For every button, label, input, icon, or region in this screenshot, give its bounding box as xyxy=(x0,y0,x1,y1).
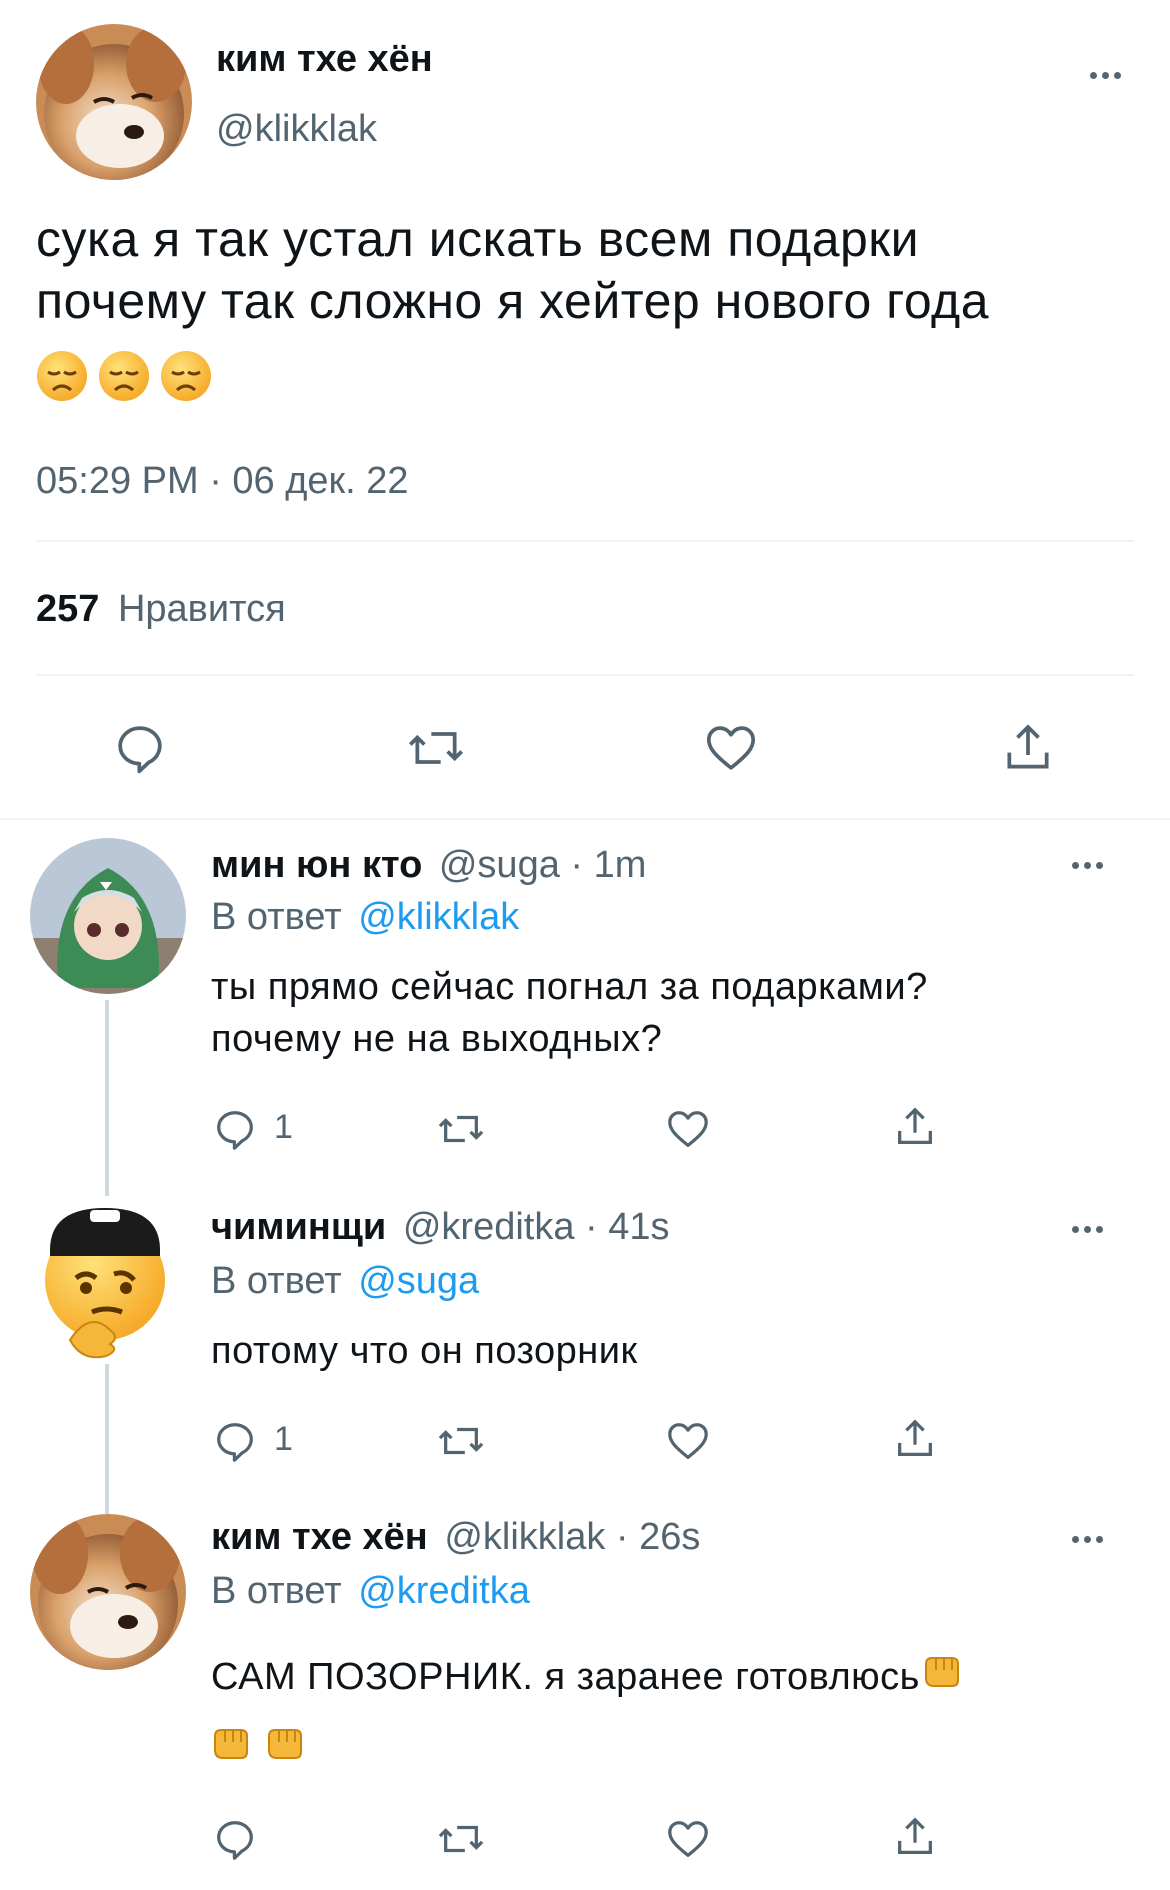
retweet-icon xyxy=(438,1427,484,1455)
reply-to-line: В ответ @suga xyxy=(211,1260,479,1303)
reply-text: САМ ПОЗОРНИК. я заранее готовлюсь xyxy=(211,1655,920,1698)
retweet-button[interactable] xyxy=(404,720,468,776)
reply-text-line-2: почему не на выходных? xyxy=(211,1018,663,1060)
reply-to-mention[interactable]: @klikklak xyxy=(358,896,519,938)
reply-icon xyxy=(217,1821,253,1860)
retweet-icon xyxy=(438,1825,484,1853)
share-button[interactable] xyxy=(1000,720,1056,776)
disappointed-face-icon xyxy=(160,350,212,407)
tweet-text-line-1: сука я так устал искать всем подарки xyxy=(36,211,920,267)
reply-count: 1 xyxy=(274,1108,293,1146)
author-name[interactable]: ким тхе хён xyxy=(216,38,433,81)
heart-icon xyxy=(668,1111,708,1147)
reply-to-mention[interactable]: @suga xyxy=(358,1260,479,1302)
like-button[interactable] xyxy=(664,1816,712,1862)
oncoming-fist-icon xyxy=(922,1654,962,1700)
tweet-emoji-row xyxy=(36,350,212,407)
share-icon xyxy=(898,1419,932,1456)
more-options-icon[interactable] xyxy=(1072,862,1103,869)
retweet-icon xyxy=(438,1115,484,1143)
heart-icon xyxy=(668,1423,708,1459)
section-divider xyxy=(0,818,1170,820)
retweet-button[interactable] xyxy=(434,1418,488,1464)
thinking-face-icon xyxy=(45,1208,165,1359)
reply-meta[interactable]: @kreditka · 41s xyxy=(403,1206,670,1248)
reply-header: чиминщи @kreditka · 41s xyxy=(211,1206,670,1249)
share-button[interactable] xyxy=(892,1416,938,1462)
share-button[interactable] xyxy=(892,1814,938,1860)
reply-to-line: В ответ @klikklak xyxy=(211,896,519,939)
share-button[interactable] xyxy=(892,1104,938,1150)
like-button[interactable] xyxy=(664,1418,712,1464)
reply-button[interactable] xyxy=(112,720,168,776)
likes-label: Нравится xyxy=(117,588,286,630)
reply-text-line-1: потому что он позорник xyxy=(211,1330,638,1372)
share-icon xyxy=(898,1817,932,1854)
reply-avatar[interactable] xyxy=(30,838,186,994)
share-icon xyxy=(898,1107,932,1144)
reply-button[interactable] xyxy=(212,1816,258,1862)
reply-to-mention[interactable]: @kreditka xyxy=(358,1570,530,1612)
more-options-icon[interactable] xyxy=(1072,1226,1103,1233)
oncoming-fist-icon xyxy=(211,1726,251,1767)
reply-author-name[interactable]: ким тхе хён xyxy=(211,1516,428,1558)
share-icon xyxy=(1007,724,1049,769)
reply-header: ким тхе хён @klikklak · 26s xyxy=(211,1516,700,1559)
thread-line xyxy=(105,1364,109,1514)
thread-line xyxy=(105,1000,109,1196)
retweet-button[interactable] xyxy=(434,1816,488,1862)
divider xyxy=(36,674,1134,676)
disappointed-face-icon xyxy=(98,350,150,407)
more-options-icon[interactable] xyxy=(1090,72,1121,79)
reply-text-line-1: ты прямо сейчас погнал за подарками? xyxy=(211,966,928,1008)
reply-to-prefix: В ответ xyxy=(211,1570,342,1612)
author-avatar[interactable] xyxy=(36,24,192,180)
reply-icon xyxy=(118,726,162,774)
tweet-text-line-2: почему так сложно я хейтер нового года xyxy=(36,273,990,329)
disappointed-face-icon xyxy=(36,350,88,407)
reply-meta[interactable]: @klikklak · 26s xyxy=(444,1516,700,1558)
reply-text-line-1: САМ ПОЗОРНИК. я заранее готовлюсь xyxy=(211,1654,962,1700)
tweet-timestamp[interactable]: 05:29 PM · 06 дек. 22 xyxy=(36,460,409,503)
reply-to-prefix: В ответ xyxy=(211,1260,342,1302)
reply-avatar[interactable] xyxy=(40,1200,170,1360)
author-handle[interactable]: @klikklak xyxy=(216,108,377,151)
reply-meta[interactable]: @suga · 1m xyxy=(439,844,647,886)
reply-to-line: В ответ @kreditka xyxy=(211,1570,530,1613)
reply-author-name[interactable]: чиминщи xyxy=(211,1206,386,1248)
retweet-button[interactable] xyxy=(434,1106,488,1152)
retweet-icon xyxy=(409,732,463,764)
reply-emoji-row xyxy=(211,1726,305,1767)
likes-count: 257 xyxy=(36,588,100,630)
reply-avatar[interactable] xyxy=(30,1514,186,1670)
reply-button[interactable] xyxy=(212,1106,258,1152)
like-button[interactable] xyxy=(702,720,760,776)
like-button[interactable] xyxy=(664,1106,712,1152)
likes-summary[interactable]: 257 Нравится xyxy=(36,588,286,631)
divider xyxy=(36,540,1134,542)
heart-icon xyxy=(668,1821,708,1857)
heart-icon xyxy=(706,726,756,770)
reply-to-prefix: В ответ xyxy=(211,896,342,938)
reply-icon xyxy=(217,1111,253,1150)
reply-icon xyxy=(217,1423,253,1462)
reply-button[interactable] xyxy=(212,1418,258,1464)
more-options-icon[interactable] xyxy=(1072,1536,1103,1543)
reply-header: мин юн кто @suga · 1m xyxy=(211,844,646,887)
reply-count: 1 xyxy=(274,1420,293,1458)
oncoming-fist-icon xyxy=(265,1726,305,1767)
reply-author-name[interactable]: мин юн кто xyxy=(211,844,422,886)
